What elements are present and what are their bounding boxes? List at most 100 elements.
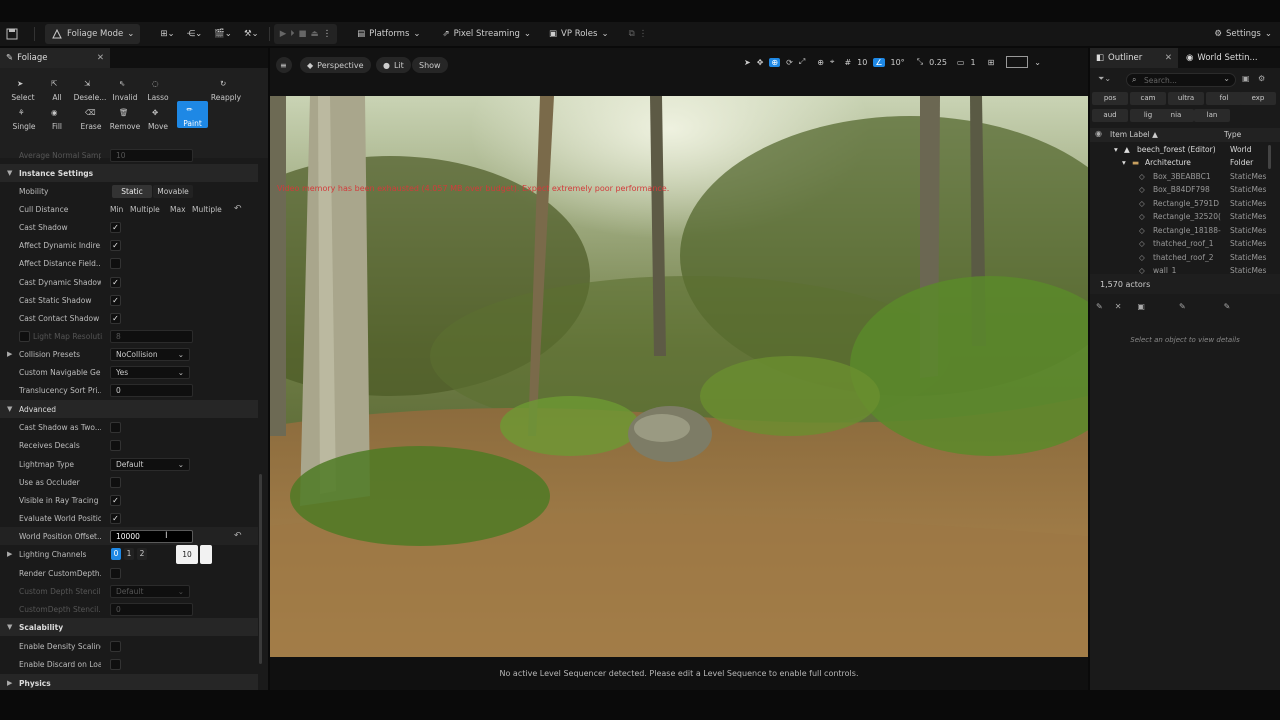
outliner-row[interactable]: ◇ Rectangle_5791D StaticMes: [1090, 199, 1280, 212]
more-icon[interactable]: ⋮: [323, 29, 332, 39]
item-label-column[interactable]: Item Label ▲: [1110, 130, 1158, 139]
filter-chip[interactable]: exp: [1240, 92, 1276, 105]
tool-paint[interactable]: ✏ Paint: [177, 101, 208, 128]
step-icon[interactable]: ⏵: [290, 29, 294, 39]
angle-snap-icon[interactable]: ∠: [873, 57, 885, 67]
stop-icon[interactable]: ■: [299, 29, 307, 39]
multiuser-button[interactable]: ⧉ ⋮: [623, 24, 654, 44]
cinematics-button[interactable]: 🎬⌄: [208, 24, 238, 44]
use-occluder-checkbox[interactable]: [110, 476, 121, 488]
avg-normal-field[interactable]: 10: [110, 148, 193, 162]
blueprint-button[interactable]: ⋲⌄: [181, 24, 209, 44]
outliner-row[interactable]: ◇ thatched_roof_1 StaticMes: [1090, 239, 1280, 252]
scale-snap-value[interactable]: 0.25: [929, 58, 947, 67]
visible-ray-checkbox[interactable]: ✓: [110, 494, 121, 506]
perspective-button[interactable]: ◆ Perspective: [300, 57, 371, 73]
tool-single[interactable]: ⚘ Single: [7, 105, 41, 131]
tool-select[interactable]: ➤ Select: [6, 76, 40, 102]
filter-chip[interactable]: nia: [1158, 109, 1194, 122]
collision-presets-dropdown[interactable]: NoCollision ⌄: [110, 347, 190, 361]
details-tab-icon[interactable]: ✎: [1179, 302, 1186, 311]
filter-chip[interactable]: ultra: [1168, 92, 1204, 105]
light-map-res-override-checkbox[interactable]: [19, 330, 30, 342]
filter-chip[interactable]: lan: [1194, 109, 1230, 122]
details-tab-icon[interactable]: ▣: [1137, 302, 1145, 311]
add-folder-icon[interactable]: ▣: [1242, 74, 1250, 83]
platforms-dropdown[interactable]: ▤ Platforms ⌄: [351, 24, 426, 44]
custom-depth-stencil-dropdown[interactable]: Default ⌄: [110, 584, 190, 598]
details-tab-icon[interactable]: ✎: [1224, 302, 1231, 311]
build-button[interactable]: ⚒⌄: [238, 24, 265, 44]
outliner-row[interactable]: ◇ wall_1 StaticMes: [1090, 266, 1280, 274]
tool-invalid[interactable]: ⇖ Invalid: [108, 76, 142, 102]
channel-2-toggle[interactable]: 2: [137, 548, 147, 560]
world-settings-tab[interactable]: ◉ World Settin...: [1180, 48, 1258, 68]
filter-chip[interactable]: fol: [1206, 92, 1242, 105]
vp-roles-dropdown[interactable]: ▣ VP Roles ⌄: [543, 24, 615, 44]
instance-settings-header[interactable]: ▼ Instance Settings: [0, 164, 258, 182]
outliner-row[interactable]: ◇ Box_3BEABBC1 StaticMes: [1090, 172, 1280, 185]
outliner-row[interactable]: ◇ Box_B84DF798 StaticMes: [1090, 185, 1280, 198]
render-custom-depth-checkbox[interactable]: [110, 567, 121, 579]
lit-button[interactable]: ● Lit: [376, 57, 411, 73]
cast-static-shadow-checkbox[interactable]: ✓: [110, 294, 121, 306]
eye-icon[interactable]: ◉: [1095, 129, 1102, 138]
translate-active-icon[interactable]: ⊕: [769, 57, 781, 67]
play-icon[interactable]: ▶: [280, 29, 287, 39]
cast-contact-shadow-checkbox[interactable]: ✓: [110, 312, 121, 324]
settings-button[interactable]: ⚙ Settings ⌄: [1208, 24, 1278, 44]
close-icon[interactable]: ✕: [97, 53, 104, 63]
type-column[interactable]: Type: [1224, 130, 1241, 139]
camera-speed-value[interactable]: 1: [970, 58, 975, 67]
light-map-res-field[interactable]: 8: [110, 329, 193, 343]
outliner-row[interactable]: ◇ Rectangle_18188- StaticMes: [1090, 226, 1280, 239]
translate-icon[interactable]: ✥: [757, 58, 764, 67]
cull-max-field[interactable]: Multiple: [192, 205, 222, 214]
details-tab-icon[interactable]: ✎: [1096, 302, 1103, 311]
filter-icon[interactable]: ⏷⌄: [1098, 74, 1111, 84]
scalability-header[interactable]: ▼ Scalability: [0, 618, 258, 636]
filter-chip[interactable]: aud: [1092, 109, 1128, 122]
chevron-down-icon[interactable]: ⌄: [1034, 58, 1041, 67]
wpo-input[interactable]: 10000: [110, 529, 193, 543]
mobility-movable-button[interactable]: Movable: [153, 184, 193, 198]
outliner-row[interactable]: ▾ ▲ beech_forest (Editor) World: [1090, 145, 1280, 158]
lightmap-type-dropdown[interactable]: Default ⌄: [110, 457, 190, 471]
forest-scene[interactable]: Video memory has been exhausted (4.057 M…: [270, 96, 1088, 657]
grid-snap-value[interactable]: 10: [857, 58, 867, 67]
scale-icon[interactable]: ⤢: [799, 57, 805, 67]
physics-header[interactable]: ▶ Physics: [0, 674, 258, 690]
mobility-static-button[interactable]: Static: [112, 184, 152, 198]
tool-all[interactable]: ⇱ All: [40, 76, 74, 102]
tool-erase[interactable]: ⌫ Erase: [74, 105, 108, 131]
tool-remove[interactable]: 🗑 Remove: [108, 105, 142, 131]
outliner-settings-icon[interactable]: ⚙: [1258, 74, 1265, 83]
custom-nav-dropdown[interactable]: Yes ⌄: [110, 365, 190, 379]
save-button[interactable]: [0, 24, 30, 44]
affect-distance-field-checkbox[interactable]: [110, 257, 121, 269]
tool-fill[interactable]: ◉ Fill: [40, 105, 74, 131]
enable-density-checkbox[interactable]: [110, 640, 121, 652]
viewport-menu-button[interactable]: ≡: [276, 57, 292, 73]
receives-decals-checkbox[interactable]: [110, 439, 121, 451]
angle-snap-value[interactable]: 10°: [891, 58, 905, 67]
reset-icon[interactable]: ↶: [234, 204, 242, 214]
outliner-row[interactable]: ▾ ▬ Architecture Folder: [1090, 158, 1280, 171]
outliner-tab[interactable]: ◧ Outliner ✕: [1090, 48, 1178, 68]
tool-lasso[interactable]: ◌ Lasso: [141, 76, 175, 102]
outliner-row[interactable]: ◇ Rectangle_32520(StaticMes: [1090, 212, 1280, 225]
tool-deselect[interactable]: ⇲ Desele...: [73, 76, 107, 102]
close-icon[interactable]: ✕: [1115, 302, 1122, 311]
foliage-tab[interactable]: ✎ Foliage ✕: [0, 48, 110, 68]
channel-1-toggle[interactable]: 1: [124, 548, 134, 560]
layout-icon[interactable]: [1006, 56, 1029, 68]
evaluate-wpo-checkbox[interactable]: ✓: [110, 512, 121, 524]
rotate-icon[interactable]: ⟳: [786, 58, 793, 67]
mode-dropdown[interactable]: Foliage Mode ⌄: [45, 24, 141, 44]
outliner-scrollbar[interactable]: [1268, 145, 1271, 169]
play-controls[interactable]: ▶ ⏵ ■ ⏏ ⋮: [273, 24, 338, 44]
maximize-icon[interactable]: ⊞: [988, 58, 995, 67]
custom-depth-stencil2-field[interactable]: 0: [110, 602, 193, 616]
camera-speed-icon[interactable]: ▭: [957, 58, 965, 67]
select-mode-icon[interactable]: ➤: [744, 58, 751, 67]
